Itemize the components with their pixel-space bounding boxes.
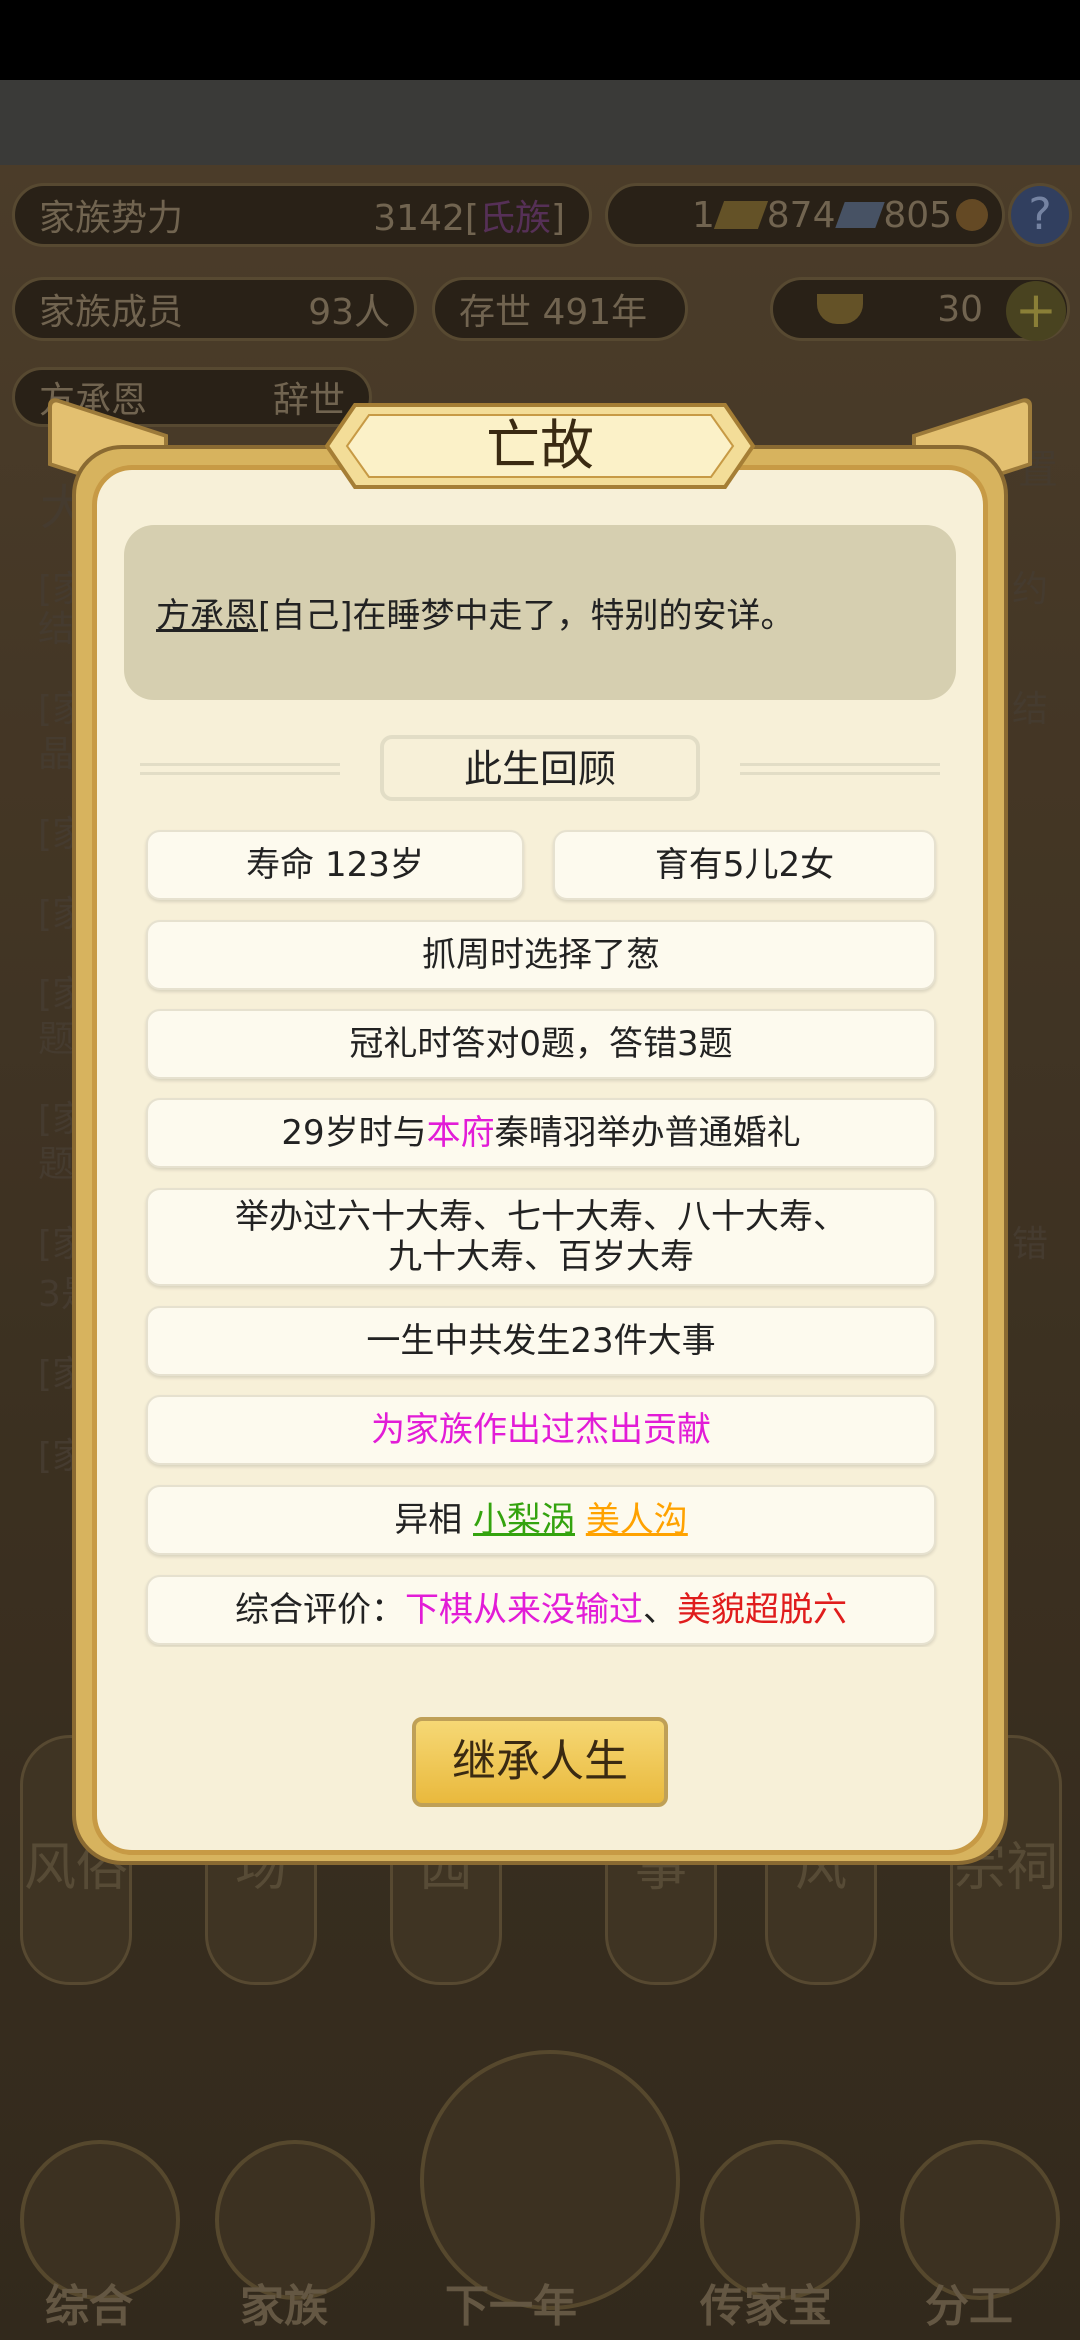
marriage-item: 29岁时与 本府 秦晴羽举办普通婚礼 [146, 1098, 936, 1168]
birthday-line2: 九十大寿、百岁大寿 [388, 1237, 694, 1277]
coming-of-age-text: 冠礼时答对0题，答错3题 [349, 1024, 733, 1064]
children-item: 育有5儿2女 [553, 830, 936, 900]
section-divider-right [740, 763, 940, 775]
life-review-list[interactable]: 寿命 123岁 育有5儿2女 抓周时选择了葱 冠礼时答对0题，答错3题 29岁时… [140, 825, 940, 1647]
contribution-text: 为家族作出过杰出贡献 [371, 1410, 711, 1450]
birthday-item: 举办过六十大寿、七十大寿、八十大寿、 九十大寿、百岁大寿 [146, 1188, 936, 1286]
zhuazhou-text: 抓周时选择了葱 [422, 935, 660, 975]
birthday-line1: 举办过六十大寿、七十大寿、八十大寿、 [235, 1197, 847, 1237]
marriage-tag: 本府 [426, 1113, 495, 1153]
status-bar [0, 0, 1080, 80]
lifespan-text: 寿命 123岁 [246, 845, 424, 885]
top-bar [0, 80, 1080, 165]
marriage-pre: 29岁时与 [281, 1113, 427, 1153]
coming-of-age-item: 冠礼时答对0题，答错3题 [146, 1009, 936, 1079]
evaluation-tag-chess: 下棋从来没输过 [405, 1590, 643, 1630]
evaluation-separator: 、 [643, 1590, 677, 1630]
traits-item: 异相 小梨涡 美人沟 [146, 1485, 936, 1555]
trait-chin-cleft[interactable]: 美人沟 [586, 1500, 688, 1540]
inherit-life-button[interactable]: 继承人生 [412, 1717, 668, 1807]
dialog-title: 亡故 [486, 414, 594, 477]
evaluation-label: 综合评价： [235, 1590, 405, 1630]
children-text: 育有5儿2女 [654, 845, 835, 885]
death-message: 方承恩 [自己]在睡梦中走了，特别的安详。 [124, 525, 956, 700]
contribution-item: 为家族作出过杰出贡献 [146, 1395, 936, 1465]
trait-dimple[interactable]: 小梨涡 [473, 1500, 575, 1540]
evaluation-tag-beauty: 美貌超脱六 [677, 1590, 847, 1630]
section-divider-left [140, 763, 340, 775]
person-name-link[interactable]: 方承恩 [156, 588, 258, 637]
events-item: 一生中共发生23件大事 [146, 1306, 936, 1376]
death-message-text: [自己]在睡梦中走了，特别的安详。 [258, 596, 795, 636]
lifespan-item: 寿命 123岁 [146, 830, 524, 900]
zhuazhou-item: 抓周时选择了葱 [146, 920, 936, 990]
evaluation-item: 综合评价： 下棋从来没输过、美貌超脱六 [146, 1575, 936, 1645]
section-title: 此生回顾 [380, 735, 700, 801]
traits-label: 异相 [394, 1500, 463, 1540]
events-text: 一生中共发生23件大事 [366, 1321, 716, 1361]
marriage-post: 秦晴羽举办普通婚礼 [494, 1113, 801, 1153]
